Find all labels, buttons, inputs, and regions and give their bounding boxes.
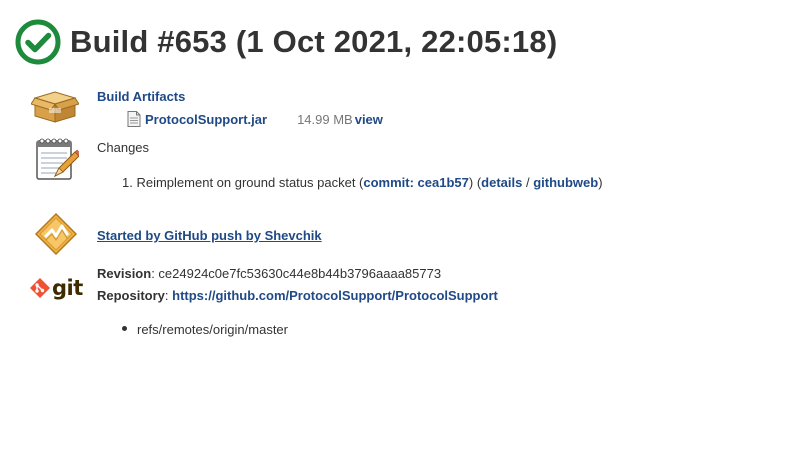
git-logo: git [30, 276, 83, 300]
branches-list: refs/remotes/origin/master [122, 322, 288, 337]
changes-title: Changes [97, 140, 150, 155]
cause-link[interactable]: Started by GitHub push by Shevchik [97, 228, 322, 243]
file-icon [127, 111, 141, 127]
change-message: Reimplement on ground status packet [136, 175, 356, 190]
artifact-row: ProtocolSupport.jar 14.99 MB view [127, 111, 383, 127]
check-circle-icon [15, 19, 61, 65]
details-link[interactable]: details [481, 175, 522, 190]
revision-label: Revision [97, 266, 152, 281]
git-logo-text: git [52, 276, 83, 300]
notepad-pencil-icon [36, 138, 79, 180]
build-artifacts-link[interactable]: Build Artifacts [97, 89, 185, 104]
artifact-file-link[interactable]: ProtocolSupport.jar [145, 112, 267, 127]
list-item: 1. Reimplement on ground status packet (… [122, 175, 603, 190]
changes-list: 1. Reimplement on ground status packet (… [122, 175, 603, 190]
package-box-icon [31, 91, 79, 123]
github-push-icon [34, 212, 78, 256]
git-diamond-icon [30, 278, 50, 298]
repository-row: Repository: https://github.com/ProtocolS… [97, 288, 498, 303]
change-number: 1. [122, 175, 133, 190]
githubweb-link[interactable]: githubweb [533, 175, 598, 190]
artifact-view-link[interactable]: view [355, 112, 383, 127]
build-header: Build #653 (1 Oct 2021, 22:05:18) [14, 18, 557, 66]
artifact-size: 14.99 MB [297, 111, 353, 127]
commit-link[interactable]: commit: cea1b57 [363, 175, 469, 190]
page-title: Build #653 (1 Oct 2021, 22:05:18) [70, 24, 558, 59]
branch-ref: refs/remotes/origin/master [137, 322, 288, 337]
revision-hash: ce24924c0e7fc53630c44e8b44b3796aaaa85773 [158, 266, 442, 281]
repository-label: Repository [97, 288, 165, 303]
repository-link[interactable]: https://github.com/ProtocolSupport/Proto… [172, 288, 498, 303]
revision-row: Revision: ce24924c0e7fc53630c44e8b44b379… [97, 266, 442, 281]
list-item: refs/remotes/origin/master [122, 322, 288, 337]
